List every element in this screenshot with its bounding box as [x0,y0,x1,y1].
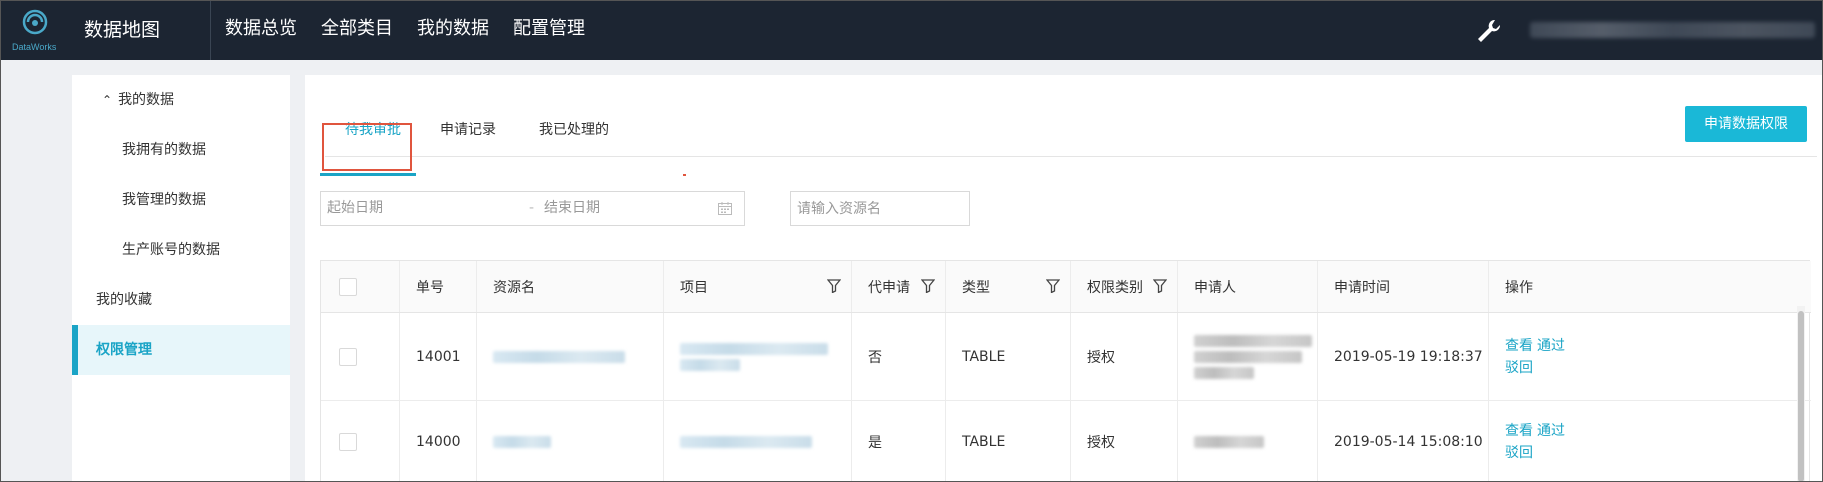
cell-type: TABLE [946,313,1071,400]
nav-divider [210,0,211,60]
top-bar: DataWorks 数据地图 数据总览 全部类目 我的数据 配置管理 [0,0,1823,60]
resource-name-input[interactable] [790,191,970,226]
cell-type: TABLE [946,401,1071,482]
nav-item-config[interactable]: 配置管理 [513,0,585,60]
cell-proxy: 否 [852,313,946,400]
apply-permission-button[interactable]: 申请数据权限 [1685,106,1807,142]
filter-icon[interactable] [921,279,935,293]
sidebar-group-label: 我的数据 [118,92,175,108]
active-tab-underline [320,173,416,176]
approve-link[interactable]: 通过 [1537,423,1565,439]
cell-actions: 查看 通过 驳回 [1489,401,1610,482]
column-header-permission-type-label: 权限类别 [1087,279,1143,296]
column-header-type: 类型 [946,261,1071,312]
project-name-blurred-2 [680,358,740,371]
column-header-actions: 操作 [1505,279,1533,296]
chevron-up-icon: ⌃ [102,93,113,107]
reject-link[interactable]: 驳回 [1505,360,1533,376]
nav-item-my-data[interactable]: 我的数据 [417,0,489,60]
column-header-applicant: 申请人 [1178,261,1318,312]
date-range-picker[interactable]: 起始日期 - 结束日期 [320,191,745,226]
column-header-project-label: 项目 [680,279,708,296]
cell-project [664,313,852,400]
wrench-icon[interactable] [1475,17,1503,45]
column-header-type-label: 类型 [962,279,990,296]
annotation-mark [683,174,686,176]
date-separator: - [529,200,535,216]
cell-actions: 查看 通过 驳回 [1489,313,1610,400]
table-row: 14000 是 TABLE 授权 2019-05-14 15:08:10 查看通… [321,401,1811,482]
cell-apply-time: 2019-05-14 15:08:10 [1318,401,1489,482]
sidebar-item-managed-data[interactable]: 我管理的数据 [72,175,290,225]
resource-name-blurred[interactable] [493,350,625,363]
sidebar: ⌃ 我的数据 我拥有的数据 我管理的数据 生产账号的数据 我的收藏 权限管理 [72,75,290,482]
view-link[interactable]: 查看 [1505,423,1533,439]
cell-applicant [1178,401,1318,482]
applicant-blurred [1194,435,1264,448]
reject-link[interactable]: 驳回 [1505,445,1533,461]
column-header-proxy-label: 代申请 [868,279,910,296]
app-title[interactable]: 数据地图 [84,15,160,42]
table-header-row: 单号 资源名 项目 代申请 类型 权限类别 申请人 申请时间 操作 [321,261,1811,313]
filter-icon[interactable] [1046,279,1060,293]
applicant-blurred [1194,334,1312,347]
cell-id: 14000 [400,401,477,482]
action-links: 查看 通过 驳回 [1505,335,1569,379]
start-date-placeholder[interactable]: 起始日期 [327,192,383,225]
cell-permission-type: 授权 [1071,401,1178,482]
approve-link[interactable]: 通过 [1537,338,1565,354]
sidebar-item-permission-management[interactable]: 权限管理 [72,325,290,375]
header-checkbox-cell [321,261,400,312]
tab-processed[interactable]: 我已处理的 [539,105,609,157]
select-all-checkbox[interactable] [339,277,357,296]
project-name-blurred [680,342,828,355]
cell-resource [477,313,664,400]
calendar-icon [718,202,732,215]
column-header-project: 项目 [664,261,852,312]
nav-item-overview[interactable]: 数据总览 [225,0,297,60]
cell-permission-type: 授权 [1071,313,1178,400]
filter-icon[interactable] [1153,279,1167,293]
cell-resource [477,401,664,482]
column-header-permission-type: 权限类别 [1071,261,1178,312]
table-row: 14001 否 TABLE 授权 2019-05-19 19:18:37 查看通… [321,313,1811,401]
column-header-resource: 资源名 [477,261,664,312]
resource-name-blurred[interactable] [493,435,551,448]
tab-bar: 待我审批 申请记录 我已处理的 [325,105,1817,157]
column-header-apply-time: 申请时间 [1318,261,1489,312]
applicant-blurred-3 [1194,366,1254,379]
action-links: 查看 通过 驳回 [1505,420,1569,464]
nav-item-all-categories[interactable]: 全部类目 [321,0,393,60]
sidebar-item-production-account-data[interactable]: 生产账号的数据 [72,225,290,275]
top-nav: 数据总览 全部类目 我的数据 配置管理 [225,0,609,60]
tab-highlight-box [322,123,412,171]
logo-text: DataWorks [12,42,57,52]
cell-apply-time: 2019-05-19 19:18:37 [1318,313,1489,400]
view-link[interactable]: 查看 [1505,338,1533,354]
column-header-id: 单号 [400,261,477,312]
filter-icon[interactable] [827,279,841,293]
dataworks-logo[interactable]: DataWorks [8,8,64,54]
sidebar-item-favorites[interactable]: 我的收藏 [72,275,290,325]
tab-application-records[interactable]: 申请记录 [440,105,496,157]
approval-table: 单号 资源名 项目 代申请 类型 权限类别 申请人 申请时间 操作 14001 … [320,260,1811,482]
column-header-proxy: 代申请 [852,261,946,312]
row-checkbox-cell [321,313,400,400]
sidebar-item-owned-data[interactable]: 我拥有的数据 [72,125,290,175]
cell-proxy: 是 [852,401,946,482]
applicant-blurred-2 [1194,350,1302,363]
project-name-blurred [680,435,812,448]
main-panel: 待我审批 申请记录 我已处理的 申请数据权限 起始日期 - 结束日期 单号 资源… [305,75,1823,482]
row-checkbox[interactable] [339,347,357,366]
cell-applicant [1178,313,1318,400]
row-checkbox[interactable] [339,432,357,451]
row-checkbox-cell [321,401,400,482]
cell-project [664,401,852,482]
cell-id: 14001 [400,313,477,400]
sidebar-group-my-data[interactable]: ⌃ 我的数据 [72,75,290,125]
end-date-placeholder[interactable]: 结束日期 [544,192,600,225]
dataworks-logo-icon [22,9,48,35]
user-account-blurred[interactable] [1530,22,1815,38]
table-scrollbar-thumb[interactable] [1798,311,1804,482]
